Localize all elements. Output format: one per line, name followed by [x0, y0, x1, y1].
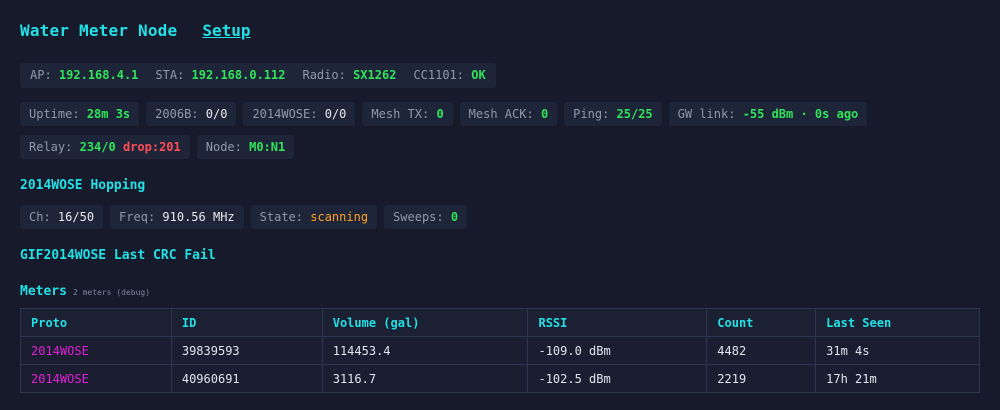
- cell-id: 40960691: [170, 364, 323, 393]
- stat-mesh-tx: Mesh TX: 0: [362, 102, 453, 126]
- column-header-rssi: RSSI: [527, 308, 708, 337]
- column-header-id: ID: [170, 308, 323, 337]
- hop-frequency: Freq: 910.56 MHz: [110, 205, 244, 229]
- column-header-proto: Proto: [20, 308, 172, 337]
- cell-rssi: -102.5 dBm: [527, 364, 708, 393]
- ap-info: AP: 192.168.4.1: [30, 68, 139, 82]
- table-row: 2014WOSE 39839593 114453.4 -109.0 dBm 44…: [20, 336, 980, 365]
- stat-mesh-ack: Mesh ACK: 0: [459, 102, 558, 126]
- column-header-count: Count: [706, 308, 817, 337]
- cell-last-seen: 17h 21m: [815, 364, 980, 393]
- hopping-row: Ch: 16/50 Freq: 910.56 MHz State: scanni…: [20, 205, 468, 229]
- cell-count: 2219: [706, 364, 817, 393]
- meters-title: Meters: [20, 284, 67, 299]
- sta-info: STA: 192.168.0.112: [155, 68, 286, 82]
- cell-proto: 2014WOSE: [20, 336, 172, 365]
- cell-last-seen: 31m 4s: [815, 336, 980, 365]
- cc1101-value: OK: [471, 68, 486, 82]
- cc1101-info: CC1101: OK: [413, 68, 486, 82]
- relay-info: Relay: 234/0 drop:201: [20, 135, 190, 159]
- page: Water Meter Node Setup AP: 192.168.4.1 S…: [0, 0, 1000, 410]
- node-info: Node: M0:N1: [196, 135, 295, 159]
- hop-sweeps: Sweeps: 0: [384, 205, 468, 229]
- stats-row: Uptime: 28m 3s 2006B: 0/0 2014WOSE: 0/0 …: [20, 102, 868, 126]
- cell-rssi: -109.0 dBm: [527, 336, 708, 365]
- hop-state-value: scanning: [310, 210, 369, 224]
- stat-uptime: Uptime: 28m 3s: [20, 102, 140, 126]
- network-info: AP: 192.168.4.1 STA: 192.168.0.112 Radio…: [20, 63, 496, 88]
- stat-gw-link: GW link: -55 dBm · 0s ago: [668, 102, 868, 126]
- relay-drop: drop:201: [122, 140, 181, 154]
- stat-2006b: 2006B: 0/0: [146, 102, 237, 126]
- stat-ping: Ping: 25/25: [564, 102, 662, 126]
- relay-row: Relay: 234/0 drop:201 Node: M0:N1: [20, 135, 295, 159]
- radio-info: Radio: SX1262: [302, 68, 397, 82]
- ap-value: 192.168.4.1: [58, 68, 139, 82]
- header: Water Meter Node Setup: [20, 21, 251, 45]
- stat-2014wose: 2014WOSE: 0/0: [243, 102, 356, 126]
- cell-proto: 2014WOSE: [20, 364, 172, 393]
- meters-header: Meters 2 meters (debug): [20, 280, 150, 299]
- cell-volume: 3116.7: [321, 364, 529, 393]
- table-row: 2014WOSE 40960691 3116.7 -102.5 dBm 2219…: [20, 364, 980, 393]
- cell-count: 4482: [706, 336, 817, 365]
- radio-value: SX1262: [353, 68, 397, 82]
- meters-count-note: 2 meters (debug): [72, 288, 151, 297]
- hop-state: State: scanning: [250, 205, 378, 229]
- column-header-last-seen: Last Seen: [815, 308, 980, 337]
- meters-table: Proto ID Volume (gal) RSSI Count Last Se…: [20, 308, 980, 393]
- cell-volume: 114453.4: [321, 336, 529, 365]
- setup-link[interactable]: Setup: [202, 21, 250, 40]
- page-title: Water Meter Node: [20, 21, 178, 40]
- crc-fail-title: GIF2014WOSE Last CRC Fail: [20, 248, 216, 263]
- sta-value: 192.168.0.112: [191, 68, 286, 82]
- column-header-volume: Volume (gal): [321, 308, 529, 337]
- cell-id: 39839593: [170, 336, 323, 365]
- table-header-row: Proto ID Volume (gal) RSSI Count Last Se…: [20, 308, 980, 337]
- hopping-title: 2014WOSE Hopping: [20, 178, 146, 193]
- hop-channel: Ch: 16/50: [20, 205, 104, 229]
